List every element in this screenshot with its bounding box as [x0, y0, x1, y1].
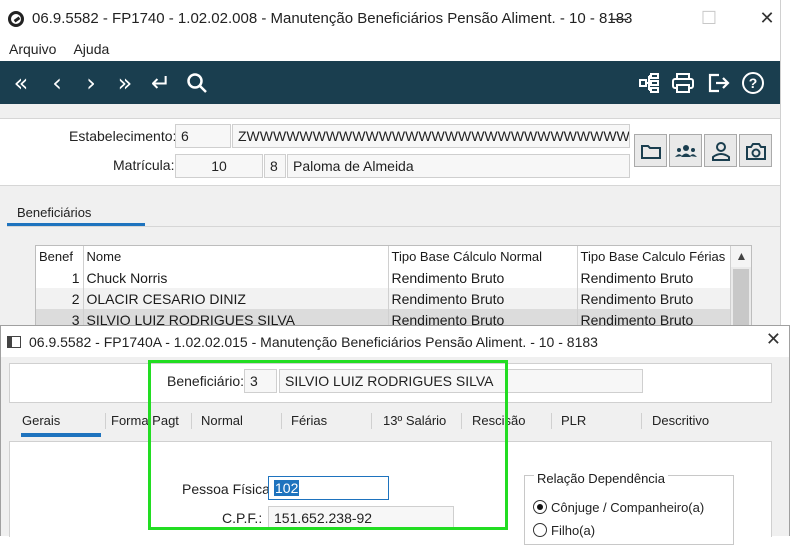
tab-gerais[interactable]: Gerais	[21, 413, 101, 437]
cpf-field: 151.652.238-92	[268, 506, 454, 530]
tab-beneficiarios[interactable]: Beneficiários	[7, 200, 145, 227]
previous-record-icon[interactable]: ‹	[42, 68, 72, 98]
tab-separator	[105, 413, 106, 429]
cell-tipo-ferias: Rendimento Bruto	[577, 288, 733, 309]
tab-separator	[191, 413, 192, 429]
menu-bar: Arquivo Ajuda	[0, 37, 780, 61]
radio-filho[interactable]	[533, 523, 547, 537]
dialog-titlebar: 06.9.5582 - FP1740A - 1.02.02.015 - Manu…	[1, 326, 789, 357]
matricula-label: Matrícula:	[113, 157, 175, 173]
menu-arquivo[interactable]: Arquivo	[9, 41, 56, 57]
tab-separator	[461, 413, 462, 429]
group-button[interactable]	[669, 134, 702, 167]
radio-conjuge-label: Cônjuge / Companheiro(a)	[551, 500, 705, 515]
matricula-name-field: Paloma de Almeida	[287, 154, 630, 178]
cell-tipo-normal: Rendimento Bruto	[388, 288, 578, 309]
tab-plr[interactable]: PLR	[561, 413, 586, 428]
table-row[interactable]: 2 OLACIR CESARIO DINIZ Rendimento Bruto …	[36, 288, 733, 309]
cell-nome: OLACIR CESARIO DINIZ	[83, 288, 389, 309]
cell-benef: 1	[36, 267, 84, 288]
hierarchy-icon[interactable]	[634, 68, 664, 98]
dialog-tabs: Gerais Forma Pagt Normal Férias 13º Salá…	[9, 408, 772, 438]
beneficiario-name-field: SILVIO LUIZ RODRIGUES SILVA	[279, 369, 643, 393]
pessoa-fisica-value: 102	[274, 480, 300, 496]
tab-13-salario[interactable]: 13º Salário	[383, 413, 446, 428]
column-header-tipo-ferias[interactable]: Tipo Base Calculo Férias	[577, 246, 733, 267]
column-header-benef[interactable]: Benef	[36, 246, 84, 267]
search-icon[interactable]	[182, 68, 212, 98]
tab-separator	[551, 413, 552, 429]
cell-nome: Chuck Norris	[83, 267, 389, 288]
tab-divider	[7, 226, 780, 227]
printer-icon[interactable]	[668, 68, 698, 98]
grid-header-row: Benef Nome Tipo Base Cálculo Normal Tipo…	[36, 246, 733, 267]
column-header-nome[interactable]: Nome	[83, 246, 389, 267]
dialog-close-button[interactable]: ✕	[766, 329, 781, 350]
scroll-up-icon[interactable]: ▲	[731, 246, 751, 267]
main-window-title: 06.9.5582 - FP1740 - 1.02.02.008 - Manut…	[32, 10, 633, 27]
beneficiario-label: Beneficiário:	[167, 373, 245, 389]
tab-separator	[641, 413, 642, 429]
grid-scrollbar[interactable]: ▲	[730, 246, 751, 334]
dialog-title: 06.9.5582 - FP1740A - 1.02.02.015 - Manu…	[29, 333, 598, 350]
beneficiario-code-field: 3	[244, 369, 277, 393]
last-record-icon[interactable]: »	[110, 68, 140, 98]
radio-conjuge[interactable]	[533, 500, 547, 514]
tab-forma-pagt[interactable]: Forma Pagt	[111, 413, 179, 428]
estabelecimento-name-field: ZWWWWWWWWWWWWWWWWWWWWWWWWWWWWWWWWWWWWWW	[232, 124, 630, 148]
navigation-toolbar: « ‹ › » ↵ ?	[0, 61, 780, 104]
camera-button[interactable]	[739, 134, 772, 167]
person-icon	[711, 141, 730, 161]
next-record-icon[interactable]: ›	[76, 68, 106, 98]
tab-descritivo[interactable]: Descritivo	[652, 413, 709, 428]
maximize-button[interactable]: ☐	[686, 0, 732, 37]
tab-rescisao[interactable]: Rescisão	[472, 413, 525, 428]
estabelecimento-label: Estabelecimento:	[69, 128, 177, 144]
camera-icon	[745, 142, 766, 160]
matricula-code-field[interactable]: 10	[175, 154, 263, 178]
matricula-digit-field: 8	[264, 154, 286, 178]
svg-text:?: ?	[749, 75, 758, 91]
tab-separator	[371, 413, 372, 429]
estabelecimento-code-field[interactable]: 6	[175, 124, 231, 148]
cell-benef: 2	[36, 288, 84, 309]
minimize-button[interactable]: —	[596, 0, 642, 37]
folder-icon	[640, 144, 661, 159]
tab-separator	[281, 413, 282, 429]
help-icon[interactable]: ?	[738, 68, 768, 98]
main-titlebar: 06.9.5582 - FP1740 - 1.02.02.008 - Manut…	[0, 0, 780, 37]
table-row[interactable]: 1 Chuck Norris Rendimento Bruto Rendimen…	[36, 267, 733, 288]
beneficiarios-grid: Benef Nome Tipo Base Cálculo Normal Tipo…	[35, 245, 752, 335]
group-icon	[674, 144, 697, 157]
scroll-thumb[interactable]	[733, 269, 749, 329]
open-folder-button[interactable]	[634, 134, 667, 167]
cpf-label: C.P.F.:	[222, 510, 263, 526]
tab-ferias[interactable]: Férias	[291, 413, 327, 428]
first-record-icon[interactable]: «	[6, 68, 36, 98]
pessoa-fisica-label: Pessoa Física:	[182, 481, 274, 497]
pessoa-fisica-input[interactable]: 102	[268, 476, 389, 500]
exit-icon[interactable]	[704, 68, 734, 98]
column-header-tipo-normal[interactable]: Tipo Base Cálculo Normal	[388, 246, 578, 267]
tab-normal[interactable]: Normal	[201, 413, 243, 428]
window-icon	[7, 335, 21, 348]
cell-tipo-ferias: Rendimento Bruto	[577, 267, 733, 288]
person-button[interactable]	[704, 134, 737, 167]
return-icon[interactable]: ↵	[146, 68, 176, 98]
cell-tipo-normal: Rendimento Bruto	[388, 267, 578, 288]
relacao-dependencia-title: Relação Dependência	[534, 471, 668, 486]
menu-ajuda[interactable]: Ajuda	[73, 41, 109, 57]
app-logo-icon	[8, 10, 24, 27]
